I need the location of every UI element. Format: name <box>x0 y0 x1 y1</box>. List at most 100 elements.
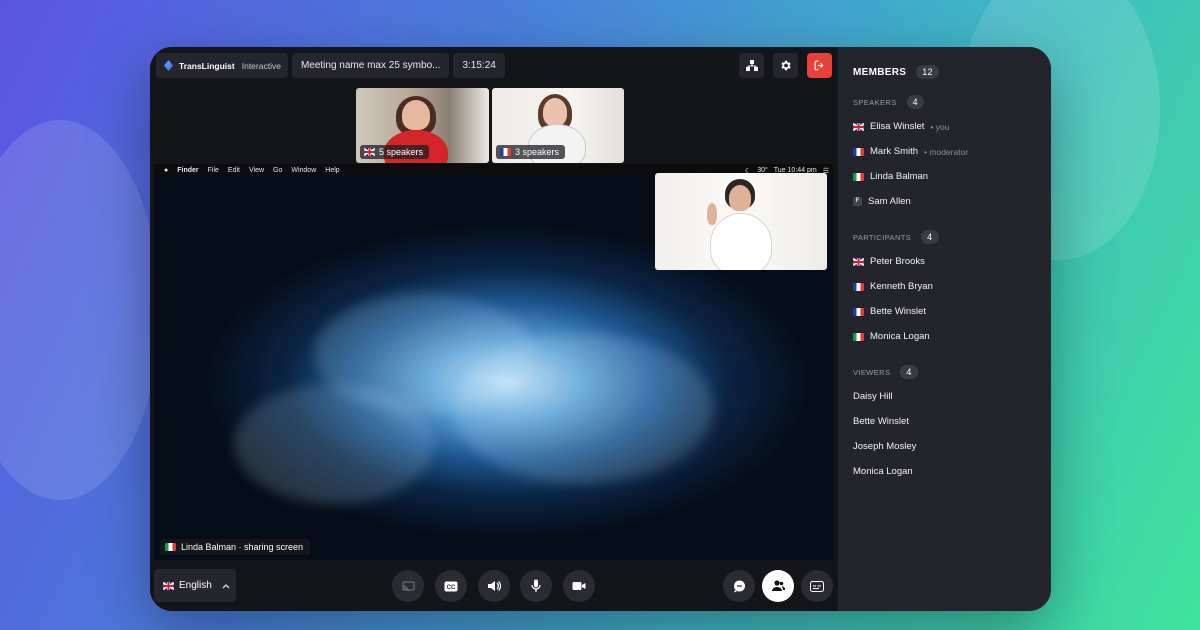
member-item[interactable]: Kenneth Bryan <box>853 281 933 292</box>
translinguist-logo-icon <box>163 59 174 72</box>
italy-flag-icon <box>853 332 864 341</box>
speaker-icon <box>488 581 501 591</box>
settings-button[interactable] <box>773 53 798 78</box>
member-name: Daisy Hill <box>853 391 893 402</box>
wallpaper-cloud <box>234 384 434 504</box>
member-role: • you <box>930 121 950 132</box>
brand-suffix: Interactive <box>241 60 281 71</box>
uk-flag-icon <box>364 148 375 156</box>
section-count-badge: 4 <box>921 230 939 244</box>
share-layout-button[interactable] <box>739 53 764 78</box>
member-item[interactable]: Daisy Hill <box>853 391 893 402</box>
svg-text:CC: CC <box>447 585 456 591</box>
menubar-item: Go <box>273 167 283 174</box>
uk-flag-icon <box>163 581 174 590</box>
video-feed <box>543 98 567 126</box>
member-item[interactable]: Mark Smith • moderator <box>853 146 968 157</box>
section-header-speakers: SPEAKERS 4 <box>853 95 925 109</box>
camera-button[interactable] <box>563 570 595 602</box>
menubar-item: Window <box>291 167 317 174</box>
members-icon <box>772 580 785 591</box>
microphone-icon <box>531 579 541 592</box>
screen-share-label-text: Linda Balman · sharing screen <box>181 542 304 552</box>
shared-screen: ● Finder File Edit View Go Window Help ☾… <box>154 164 833 560</box>
member-item[interactable]: Bette Winslet <box>853 306 926 317</box>
microphone-button[interactable] <box>520 570 552 602</box>
presenter-video[interactable] <box>655 173 827 270</box>
subtitles-button[interactable] <box>801 570 833 602</box>
cast-icon <box>402 581 414 591</box>
member-name: Bette Winslet <box>853 416 909 427</box>
members-count-badge: 12 <box>916 65 939 79</box>
top-bar: TransLinguist Interactive Meeting name m… <box>156 53 505 78</box>
uk-flag-icon <box>853 122 864 131</box>
member-name: Linda Balman <box>870 171 929 182</box>
member-name: Bette Winslet <box>870 306 926 317</box>
member-name: Monica Logan <box>870 331 930 342</box>
section-header-participants: PARTICIPANTS 4 <box>853 230 939 244</box>
member-name: Mark Smith <box>870 146 919 157</box>
france-flag-icon <box>853 282 864 291</box>
uk-flag-icon <box>853 257 864 266</box>
video-feed <box>707 203 717 225</box>
speaker-thumbnail[interactable]: 5 speakers <box>356 88 489 163</box>
section-count-badge: 4 <box>900 365 918 379</box>
meeting-timer: 3:15:24 <box>453 53 505 78</box>
member-item[interactable]: F Sam Allen <box>853 196 911 207</box>
chat-icon <box>733 580 745 592</box>
member-item[interactable]: Peter Brooks <box>853 256 925 267</box>
member-name: Monica Logan <box>853 466 913 477</box>
cc-icon: CC <box>444 581 458 591</box>
brand-name: TransLinguist <box>179 60 235 71</box>
members-title: MEMBERS <box>853 66 907 78</box>
language-selector[interactable]: English <box>154 569 236 602</box>
italy-flag-icon <box>853 172 864 181</box>
france-flag-icon <box>500 148 511 156</box>
member-item[interactable]: Monica Logan <box>853 331 930 342</box>
section-header-viewers: VIEWERS 4 <box>853 365 918 379</box>
members-button[interactable] <box>762 570 794 602</box>
camera-icon <box>572 582 586 590</box>
member-item[interactable]: Monica Logan <box>853 466 913 477</box>
members-header: MEMBERS 12 <box>853 65 939 79</box>
exit-icon <box>814 60 824 71</box>
video-feed <box>729 185 751 211</box>
chevron-up-icon <box>222 583 230 588</box>
app-window: TransLinguist Interactive Meeting name m… <box>150 47 1051 611</box>
wallpaper-cloud <box>454 334 714 484</box>
cast-button[interactable] <box>392 570 424 602</box>
volume-button[interactable] <box>478 570 510 602</box>
captions-button[interactable]: CC <box>435 570 467 602</box>
top-actions <box>739 53 832 78</box>
menubar-item: Help <box>325 167 340 174</box>
member-item[interactable]: Bette Winslet <box>853 416 909 427</box>
meeting-name: Meeting name max 25 symbo... <box>291 53 450 78</box>
org-chart-icon <box>745 60 758 71</box>
member-item[interactable]: Linda Balman <box>853 171 928 182</box>
menubar-item: Finder <box>177 167 199 174</box>
member-name: Kenneth Bryan <box>870 281 933 292</box>
menubar-item: File <box>207 167 219 174</box>
thumbnail-label: 3 speakers <box>496 145 566 159</box>
speaker-thumbnail[interactable]: 3 speakers <box>492 88 624 163</box>
language-label: English <box>179 580 212 591</box>
chat-button[interactable] <box>723 570 755 602</box>
member-name: Sam Allen <box>868 196 911 207</box>
france-flag-icon <box>853 147 864 156</box>
member-item[interactable]: Joseph Mosley <box>853 441 916 452</box>
gear-icon <box>781 60 791 71</box>
brand-logo: TransLinguist Interactive <box>156 53 288 78</box>
member-name: Peter Brooks <box>870 256 925 267</box>
screen-share-label: Linda Balman · sharing screen <box>160 539 311 555</box>
menubar-item: View <box>248 167 265 174</box>
apple-icon: ● <box>164 167 169 174</box>
thumbnail-label-text: 5 speakers <box>379 147 424 157</box>
section-title: SPEAKERS <box>853 97 897 107</box>
member-item[interactable]: Elisa Winslet • you <box>853 121 949 132</box>
section-title: PARTICIPANTS <box>853 232 912 242</box>
menubar-item: Edit <box>227 167 240 174</box>
background-shape <box>0 120 160 500</box>
video-feed <box>710 213 772 270</box>
subtitles-icon <box>810 580 824 592</box>
leave-meeting-button[interactable] <box>807 53 832 78</box>
